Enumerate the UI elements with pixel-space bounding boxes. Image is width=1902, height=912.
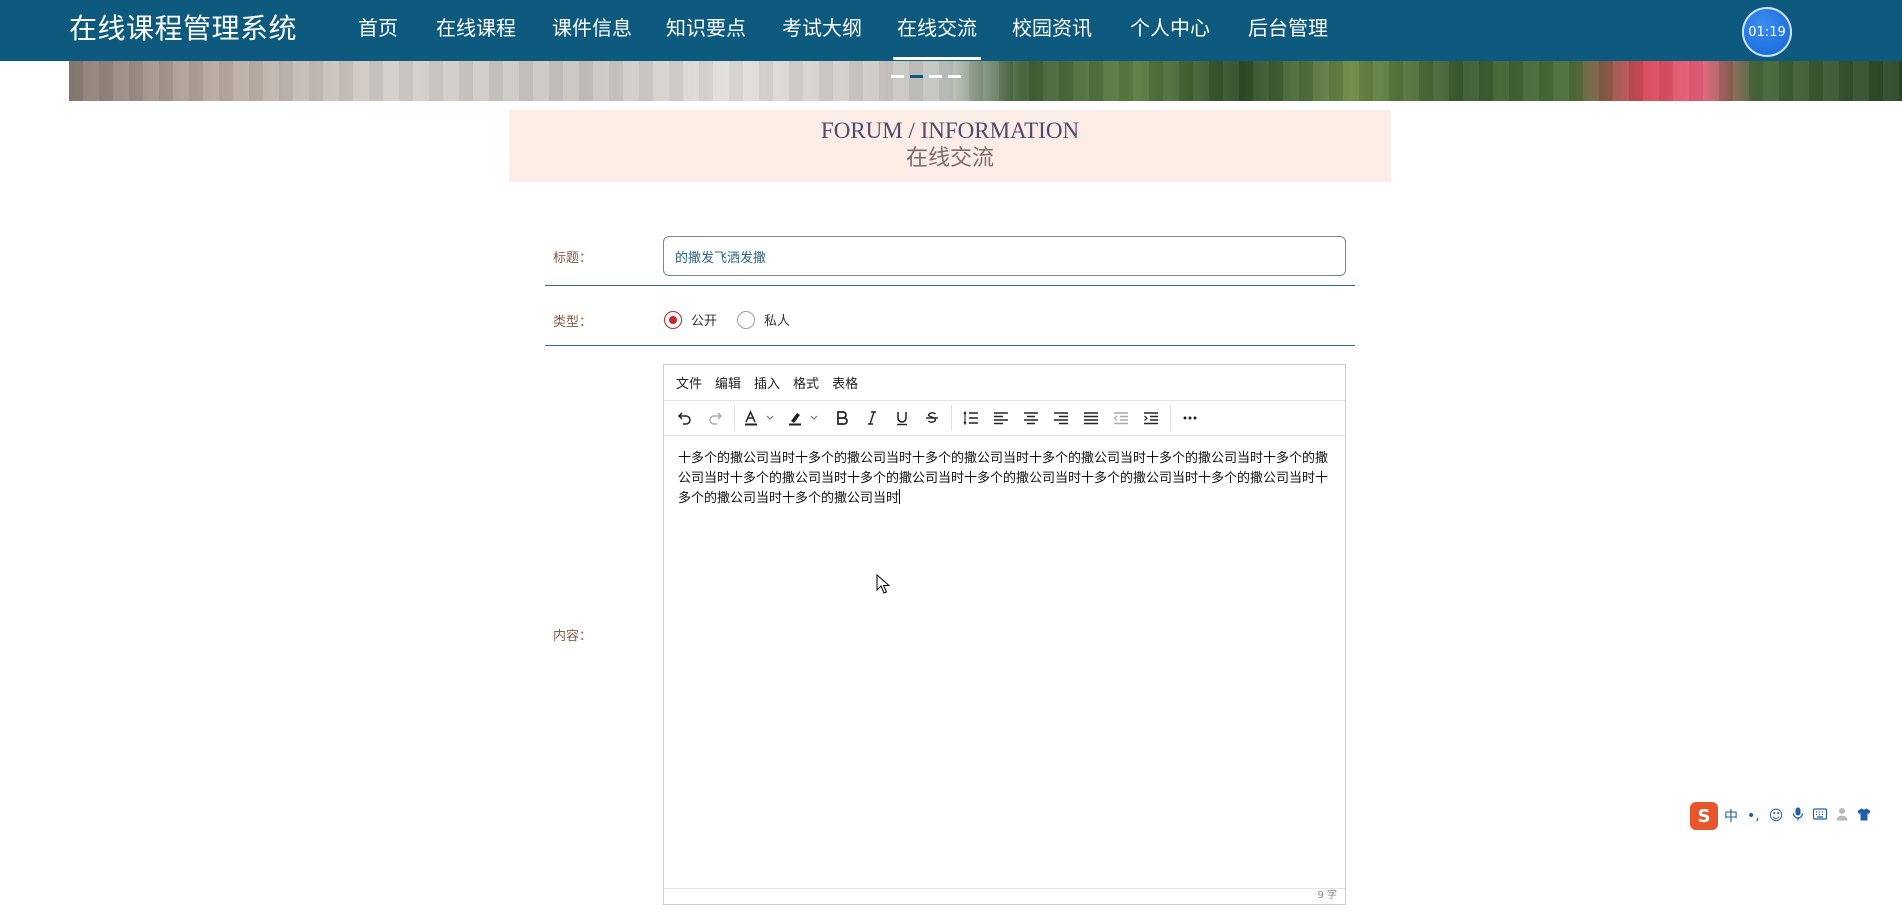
bold-icon[interactable]: [827, 404, 857, 432]
title-label: 标题：: [553, 251, 593, 266]
timer-badge[interactable]: 01:19: [1742, 7, 1792, 57]
align-left-icon[interactable]: [986, 404, 1016, 432]
radio-private-label: 私人: [764, 314, 791, 329]
radio-public[interactable]: 公开: [664, 310, 717, 329]
editor-content[interactable]: 十多个的撒公司当时十多个的撒公司当时十多个的撒公司当时十多个的撒公司当时十多个的…: [664, 437, 1345, 888]
section-header: FORUM / INFORMATION 在线交流: [509, 110, 1391, 182]
menu-format[interactable]: 格式: [793, 373, 819, 392]
highlight-icon[interactable]: [783, 404, 827, 432]
type-label: 类型：: [553, 315, 593, 330]
nav-personal-center[interactable]: 个人中心: [1130, 13, 1210, 43]
nav-courseware[interactable]: 课件信息: [552, 13, 632, 43]
site-title: 在线课程管理系统: [69, 12, 298, 45]
editor-menubar: 文件 编辑 插入 格式 表格: [664, 365, 1345, 401]
align-right-icon[interactable]: [1046, 404, 1076, 432]
carousel-dot[interactable]: [891, 75, 904, 78]
nav-online-courses[interactable]: 在线课程: [436, 13, 516, 43]
ime-mode[interactable]: 中: [1724, 806, 1738, 826]
divider: [545, 285, 1355, 286]
editor-statusbar: 9 字: [664, 888, 1345, 904]
section-title-cn: 在线交流: [905, 146, 994, 171]
text-color-icon[interactable]: [739, 404, 783, 432]
nav-knowledge-points[interactable]: 知识要点: [666, 13, 746, 43]
editor-content-text: 十多个的撒公司当时十多个的撒公司当时十多个的撒公司当时十多个的撒公司当时十多个的…: [678, 451, 1329, 506]
word-count: 9 字: [1317, 890, 1337, 901]
underline-icon[interactable]: [887, 404, 917, 432]
radio-private-circle[interactable]: [737, 310, 756, 329]
user-icon[interactable]: [1836, 807, 1848, 825]
carousel-indicators: [891, 75, 961, 78]
carousel-dot[interactable]: [929, 75, 942, 78]
strikethrough-icon[interactable]: [917, 404, 947, 432]
nav-exam-outline[interactable]: 考试大纲: [782, 13, 862, 43]
emoji-icon[interactable]: ☺: [1769, 808, 1784, 824]
type-radio-group: 公开 私人: [664, 310, 810, 329]
skin-icon[interactable]: [1857, 808, 1871, 825]
nav-campus-news[interactable]: 校园资讯: [1012, 13, 1092, 43]
content-label: 内容：: [553, 629, 593, 644]
editor-toolbar: [664, 401, 1345, 436]
top-navbar: 在线课程管理系统 首页 在线课程 课件信息 知识要点 考试大纲 在线交流 校园资…: [0, 0, 1902, 61]
indent-icon[interactable]: [1136, 404, 1166, 432]
keyboard-icon[interactable]: [1813, 808, 1828, 824]
mouse-pointer-icon: [876, 573, 891, 598]
align-center-icon[interactable]: [1016, 404, 1046, 432]
radio-public-circle[interactable]: [664, 310, 682, 329]
toolbar-separator: [734, 405, 735, 431]
menu-edit[interactable]: 编辑: [715, 373, 741, 392]
ime-punct[interactable]: •,: [1747, 808, 1760, 824]
nav-home[interactable]: 首页: [358, 13, 398, 43]
toolbar-separator: [951, 405, 952, 431]
radio-public-label: 公开: [691, 314, 718, 329]
banner-image: [69, 61, 1902, 101]
mic-icon[interactable]: [1792, 807, 1804, 825]
italic-icon[interactable]: [857, 404, 887, 432]
carousel-dot[interactable]: [948, 75, 961, 78]
carousel-dot[interactable]: [910, 75, 923, 78]
outdent-icon[interactable]: [1106, 404, 1136, 432]
line-height-icon[interactable]: [956, 404, 986, 432]
section-title-en: FORUM / INFORMATION: [820, 118, 1080, 143]
radio-private[interactable]: 私人: [737, 310, 790, 329]
divider: [545, 345, 1355, 346]
redo-icon[interactable]: [700, 404, 730, 432]
text-caret: [899, 489, 901, 504]
toolbar-separator: [1170, 405, 1171, 431]
align-justify-icon[interactable]: [1076, 404, 1106, 432]
menu-file[interactable]: 文件: [676, 373, 702, 392]
nav-admin[interactable]: 后台管理: [1248, 13, 1328, 43]
menu-insert[interactable]: 插入: [754, 373, 780, 392]
menu-table[interactable]: 表格: [832, 373, 858, 392]
undo-icon[interactable]: [670, 404, 700, 432]
more-icon[interactable]: [1175, 404, 1205, 432]
nav-online-forum[interactable]: 在线交流: [893, 13, 981, 60]
sogou-logo-icon[interactable]: S: [1690, 802, 1718, 830]
rich-text-editor: 文件 编辑 插入 格式 表格 十多个的撒公司当时十多个的撒公司当时十多个的撒公司…: [663, 364, 1346, 905]
title-input[interactable]: [663, 236, 1346, 276]
ime-toolbar: S 中 •, ☺: [1690, 800, 1902, 832]
